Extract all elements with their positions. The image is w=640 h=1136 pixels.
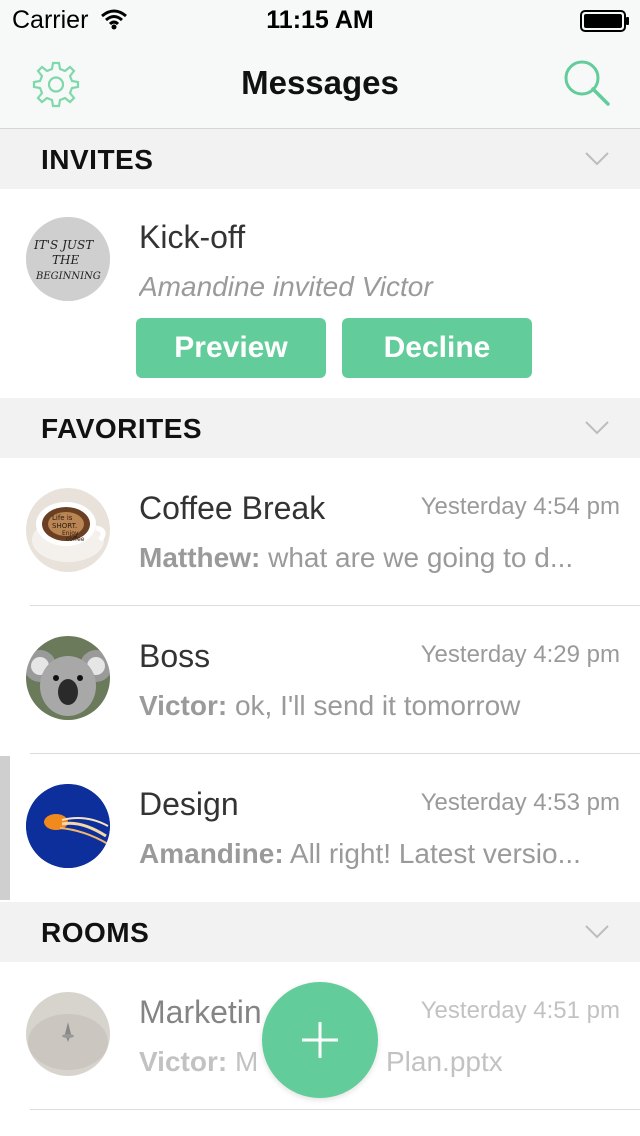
avatar	[26, 784, 110, 868]
avatar-line-4: coffee	[66, 536, 85, 543]
avatar	[26, 636, 110, 720]
section-title: FAVORITES	[41, 413, 203, 444]
avatar-line-2: THE	[52, 253, 79, 267]
avatar-image	[26, 636, 110, 720]
battery-icon	[580, 10, 629, 32]
timestamp: Yesterday 4:53 pm	[420, 789, 620, 816]
message-text: All right! Latest versio...	[289, 838, 581, 869]
room-name: Boss	[139, 638, 211, 674]
sender-name: Victor:	[139, 1046, 228, 1077]
row-divider	[30, 1109, 640, 1110]
message-text-tail: Plan.pptx	[386, 1046, 503, 1077]
chevron-down-icon[interactable]	[584, 151, 610, 167]
section-header-invites[interactable]: INVITES	[0, 129, 640, 189]
message-text: what are we going to d...	[268, 542, 574, 573]
avatar-image	[26, 992, 110, 1076]
timestamp: Yesterday 4:54 pm	[420, 493, 620, 520]
page-title: Messages	[241, 64, 399, 101]
timestamp: Yesterday 4:51 pm	[420, 997, 620, 1024]
avatar: Life is SHORT. Enjoy coffee	[26, 488, 110, 572]
invite-subtitle: Amandine invited Victor	[139, 271, 433, 302]
invite-row[interactable]: IT'S JUST THE BEGINNING Kick-off Amandin…	[0, 189, 640, 397]
sender-name: Victor:	[139, 690, 228, 721]
avatar-image: Life is SHORT. Enjoy coffee	[26, 488, 110, 572]
list-item[interactable]: Design Yesterday 4:53 pm Amandine: All r…	[10, 754, 640, 901]
last-message: Victor: M	[139, 1046, 279, 1078]
selection-indicator	[0, 756, 10, 900]
last-message: Matthew: what are we going to d...	[139, 542, 619, 574]
avatar-line-2: SHORT.	[52, 522, 77, 530]
last-message: Victor: ok, I'll send it tomorrow	[139, 690, 619, 722]
section-title: INVITES	[41, 144, 154, 175]
room-name: Design	[139, 786, 239, 822]
preview-button[interactable]: Preview	[136, 318, 326, 378]
search-icon[interactable]	[562, 58, 612, 108]
sender-name: Matthew:	[139, 542, 261, 573]
avatar-line-1: Life is	[52, 514, 73, 522]
timestamp: Yesterday 4:29 pm	[420, 641, 620, 668]
chevron-down-icon[interactable]	[584, 420, 610, 436]
avatar: IT'S JUST THE BEGINNING	[26, 217, 110, 301]
avatar-line-1: IT'S JUST	[33, 238, 94, 252]
section-header-rooms[interactable]: ROOMS	[0, 902, 640, 962]
chevron-down-icon[interactable]	[584, 924, 610, 940]
status-time: 11:15 AM	[266, 6, 374, 34]
room-name: Marketin	[139, 994, 262, 1030]
room-name: Kick-off	[139, 219, 246, 255]
section-title: ROOMS	[41, 917, 150, 948]
section-header-favorites[interactable]: FAVORITES	[0, 398, 640, 458]
list-item[interactable]: Boss Yesterday 4:29 pm Victor: ok, I'll …	[0, 606, 640, 753]
last-message: Amandine: All right! Latest versio...	[139, 838, 619, 870]
avatar-image	[26, 784, 110, 868]
room-name: Coffee Break	[139, 490, 326, 526]
message-text: M	[234, 1046, 259, 1077]
avatar	[26, 992, 110, 1076]
list-item[interactable]: Life is SHORT. Enjoy coffee Coffee Break…	[0, 458, 640, 605]
navigation-bar: Carrier 11:15 AM Messages	[0, 0, 640, 129]
avatar-line-3: BEGINNING	[35, 271, 101, 282]
message-text: ok, I'll send it tomorrow	[234, 690, 521, 721]
new-room-button[interactable]	[262, 982, 378, 1098]
plus-icon	[302, 1022, 338, 1058]
sender-name: Amandine:	[139, 838, 284, 869]
avatar-image: IT'S JUST THE BEGINNING	[26, 217, 110, 301]
decline-button[interactable]: Decline	[342, 318, 532, 378]
